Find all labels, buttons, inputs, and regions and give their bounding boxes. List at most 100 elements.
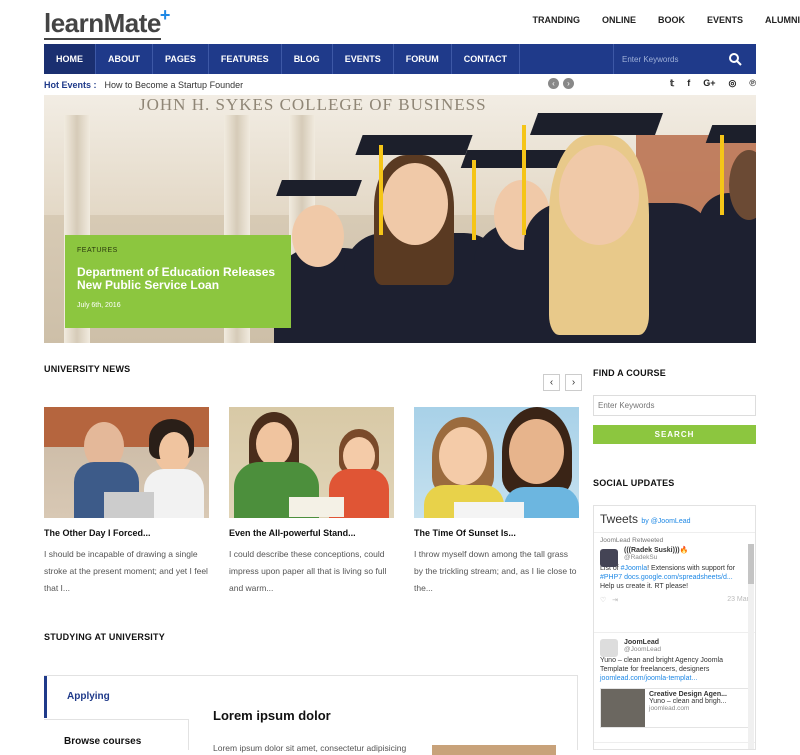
instagram-icon[interactable]: ◎ <box>729 78 737 89</box>
avatar[interactable] <box>600 549 618 567</box>
tweet-author[interactable]: JoomLead <box>624 639 749 646</box>
news-card[interactable]: The Time Of Sunset Is... I throw myself … <box>414 407 579 597</box>
facebook-icon[interactable]: f <box>687 78 690 89</box>
tab-content-title: Lorem ipsum dolor <box>213 708 331 723</box>
tweet-text: Yuno – clean and bright Agency Joomla Te… <box>600 656 749 683</box>
hot-events-label: Hot Events : <box>44 80 97 90</box>
news-card-title[interactable]: Even the All-powerful Stand... <box>229 528 394 538</box>
news-card-desc: I could describe these conceptions, coul… <box>229 549 387 593</box>
preview-title: Creative Design Agen... <box>649 691 727 698</box>
nav-contact[interactable]: CONTACT <box>452 44 521 74</box>
topnav-trending[interactable]: TRANDING <box>532 15 580 25</box>
nav-search-input[interactable] <box>622 54 722 64</box>
hot-events-bar: Hot Events : How to Become a Startup Fou… <box>44 78 756 92</box>
search-icon[interactable] <box>728 52 742 66</box>
hot-events-arrows: ‹ › <box>548 78 574 89</box>
news-card-image[interactable] <box>229 407 394 518</box>
graduate-cap <box>705 125 756 143</box>
nav-pages[interactable]: PAGES <box>153 44 209 74</box>
tab-content-image <box>432 745 556 755</box>
tweet-text-part: Help us create it. RT please! <box>600 583 689 590</box>
nav-events[interactable]: EVENTS <box>333 44 394 74</box>
news-card-desc: I should be incapable of drawing a singl… <box>44 549 208 593</box>
preview-text: Yuno – clean and brigh... <box>649 698 727 705</box>
tweet-text-part: Yuno – clean and bright Agency Joomla Te… <box>600 657 723 673</box>
course-search-input[interactable] <box>593 395 756 416</box>
cap-tassel <box>379 145 383 235</box>
site-logo[interactable]: learnMate + <box>44 5 170 40</box>
university-news-heading: UNIVERSITY NEWS <box>44 364 131 374</box>
cap-tassel <box>522 125 526 235</box>
tweet-meta: ♡ ⇥ 23 Mar <box>600 596 749 604</box>
hot-prev-icon[interactable]: ‹ <box>548 78 559 89</box>
tweet-item[interactable]: JoomLead Retweeted (((Radek Suski)))🔥 @R… <box>594 533 755 633</box>
graduate-cap <box>460 150 568 168</box>
topnav-events[interactable]: EVENTS <box>707 15 743 25</box>
preview-image <box>601 689 645 727</box>
twitter-timeline[interactable]: Tweets by @JoomLead JoomLead Retweeted (… <box>593 505 756 750</box>
news-prev-icon[interactable]: ‹ <box>543 374 560 391</box>
tweets-scroll-thumb[interactable] <box>748 544 754 584</box>
news-card-desc: I throw myself down among the tall grass… <box>414 549 577 593</box>
tweet-link[interactable]: docs.google.com/spreadsheets/d... <box>622 574 733 581</box>
cap-tassel <box>472 160 476 240</box>
tweet-hashtag[interactable]: #PHP7 <box>600 574 622 581</box>
graduate-cap <box>529 113 664 135</box>
hero-sign: JOHN H. SYKES COLLEGE OF BUSINESS <box>139 95 487 114</box>
logo-text: learnMate <box>44 8 161 40</box>
news-card-title[interactable]: The Time Of Sunset Is... <box>414 528 579 538</box>
topnav-online[interactable]: ONLINE <box>602 15 636 25</box>
course-search-button[interactable]: SEARCH <box>593 425 756 444</box>
nav-blog[interactable]: BLOG <box>282 44 333 74</box>
graduate-cap <box>355 135 473 155</box>
tab-content-text: Lorem ipsum dolor sit amet, consectetur … <box>213 743 407 753</box>
topnav-book[interactable]: BOOK <box>658 15 685 25</box>
tab-browse-courses[interactable]: Browse courses <box>44 719 189 750</box>
news-card[interactable]: Even the All-powerful Stand... I could d… <box>229 407 394 597</box>
top-navigation: TRANDING ONLINE BOOK EVENTS ALUMNI <box>532 15 800 25</box>
news-card-image[interactable] <box>44 407 209 518</box>
graduate-face <box>559 145 639 245</box>
hero-caption-card[interactable]: FEATURES Department of Education Release… <box>65 235 291 328</box>
nav-forum[interactable]: FORUM <box>394 44 452 74</box>
hero-date: July 6th, 2016 <box>77 302 121 309</box>
cap-tassel <box>720 135 724 215</box>
news-arrows: ‹ › <box>543 374 582 391</box>
graduate-face <box>382 163 448 245</box>
tweet-author[interactable]: (((Radek Suski)))🔥 <box>624 546 749 554</box>
studying-heading: STUDYING AT UNIVERSITY <box>44 632 165 642</box>
nav-about[interactable]: ABOUT <box>96 44 153 74</box>
graduate-face <box>292 205 344 267</box>
tweets-title: Tweets <box>600 512 639 526</box>
find-course-heading: FIND A COURSE <box>593 368 666 378</box>
tweets-scrollbar[interactable] <box>748 544 754 749</box>
tweet-handle[interactable]: @RadekSu <box>624 554 749 561</box>
tweet-hashtag[interactable]: #Joomla <box>621 565 647 572</box>
news-next-icon[interactable]: › <box>565 374 582 391</box>
tweet-date[interactable]: 23 Mar <box>727 596 749 604</box>
news-card-image[interactable] <box>414 407 579 518</box>
nav-features[interactable]: FEATURES <box>209 44 282 74</box>
tweet-link[interactable]: joomlead.com/joomla-templat... <box>600 675 697 682</box>
tweet-item[interactable]: JoomLead @JoomLead Yuno – clean and brig… <box>594 633 755 743</box>
social-updates-heading: SOCIAL UPDATES <box>593 478 675 488</box>
tab-applying[interactable]: Applying <box>44 676 189 718</box>
tweet-retweet-label: JoomLead Retweeted <box>600 537 664 544</box>
social-icons: 𝕥 f G+ ◎ ℗ <box>670 78 756 89</box>
hero-title[interactable]: Department of Education Releases New Pub… <box>77 266 279 292</box>
hot-next-icon[interactable]: › <box>563 78 574 89</box>
hot-events-text[interactable]: How to Become a Startup Founder <box>105 80 244 90</box>
topnav-alumni[interactable]: ALUMNI <box>765 15 800 25</box>
news-card-title[interactable]: The Other Day I Forced... <box>44 528 209 538</box>
tweet-handle[interactable]: @JoomLead <box>624 646 749 653</box>
tweets-by[interactable]: by @JoomLead <box>641 518 690 525</box>
tweet-actions-icon[interactable]: ♡ ⇥ <box>600 596 618 604</box>
hero-category[interactable]: FEATURES <box>77 247 279 254</box>
avatar[interactable] <box>600 639 618 657</box>
nav-home[interactable]: HOME <box>44 44 96 74</box>
tweet-link-preview[interactable]: Creative Design Agen... Yuno – clean and… <box>600 688 749 728</box>
news-card[interactable]: The Other Day I Forced... I should be in… <box>44 407 209 597</box>
pinterest-icon[interactable]: ℗ <box>749 78 756 89</box>
google-plus-icon[interactable]: G+ <box>703 78 715 89</box>
twitter-icon[interactable]: 𝕥 <box>670 78 674 89</box>
